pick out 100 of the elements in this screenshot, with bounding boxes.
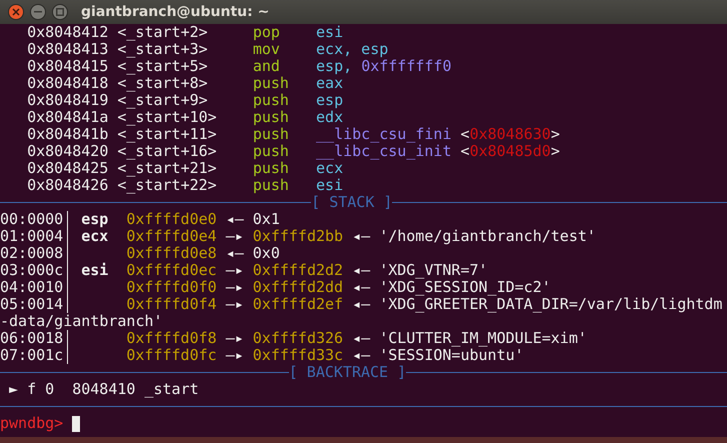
instruction-symbol: <_start+21>: [117, 160, 218, 177]
stack-pointer: 0xffffd0e8: [126, 245, 217, 262]
minimize-button[interactable]: [30, 4, 46, 20]
operand: edx: [316, 109, 344, 126]
stack-offset: 04:0010: [0, 279, 64, 296]
instruction-address: 0x8048413: [27, 41, 110, 58]
stack-offset: 03:000c: [0, 262, 64, 279]
stack-pointer: 0xffffd0e4: [126, 228, 217, 245]
stack-pointer: 0xffffd2dd: [252, 279, 344, 296]
minimize-icon: [34, 11, 42, 13]
stack-pointer: 0xffffd0f4: [126, 296, 217, 313]
operand: 0x8048630: [470, 126, 551, 143]
mnemonic: and: [252, 58, 281, 75]
arrow-glyph: ◂—: [226, 211, 244, 228]
instruction-address: 0x8048412: [27, 24, 110, 41]
instruction-symbol: <_start+8>: [117, 75, 209, 92]
arrow-glyph: —▸: [226, 330, 244, 347]
instruction-address: 0x8048420: [27, 143, 110, 160]
operand: 0x80485d0: [470, 143, 551, 160]
operand: <: [460, 143, 470, 160]
arrow-glyph: ◂—: [352, 228, 370, 245]
instruction-symbol: <_start+11>: [117, 126, 218, 143]
operand: esp: [316, 92, 344, 109]
instruction-address: 0x8048426: [27, 177, 110, 194]
instruction-symbol: <_start+9>: [117, 92, 209, 109]
operand: __libc_csu_fini: [316, 126, 452, 143]
instruction-symbol: <_start+10>: [117, 109, 218, 126]
operand: 0xfffffff0: [361, 58, 452, 75]
instruction-symbol: <_start+16>: [117, 143, 218, 160]
instruction-address: 0x804841b: [27, 126, 110, 143]
stack-pointer: 0xffffd2ef: [252, 296, 344, 313]
stack-value: 'CLUTTER_IM_MODULE=xim': [379, 330, 587, 347]
arrow-glyph: —▸: [226, 228, 244, 245]
close-button[interactable]: [8, 4, 24, 20]
maximize-icon: [56, 8, 64, 16]
stack-offset: 06:0018: [0, 330, 64, 347]
instruction-symbol: <_start+22>: [117, 177, 218, 194]
stack-value: '/home/giantbranch/test': [379, 228, 596, 245]
text-cursor: [72, 416, 80, 432]
instruction-symbol: <_start+2>: [117, 24, 209, 41]
operand: __libc_csu_init: [316, 143, 452, 160]
stack-value: 'SESSION=ubuntu': [379, 347, 524, 364]
mnemonic: push: [252, 160, 290, 177]
mnemonic: push: [252, 126, 290, 143]
arrow-glyph: ◂—: [352, 279, 370, 296]
stack-pointer: 0xffffd0fc: [126, 347, 217, 364]
operand: ecx, esp: [316, 41, 388, 58]
operand: esi: [316, 177, 344, 194]
stack-pointer: 0xffffd0f8: [126, 330, 217, 347]
instruction-symbol: <_start+5>: [117, 58, 209, 75]
operand: >: [550, 126, 560, 143]
window-title: giantbranch@ubuntu: ~: [81, 4, 270, 20]
stack-pointer: 0xffffd326: [252, 330, 344, 347]
register-name: esi: [81, 261, 108, 279]
stack-pointer: 0xffffd0f0: [126, 279, 217, 296]
arrow-glyph: ◂—: [352, 330, 370, 347]
operand: >: [550, 143, 560, 160]
register-name: esp: [81, 210, 108, 228]
arrow-glyph: ◂—: [352, 347, 370, 364]
prompt-label: pwndbg>: [0, 415, 64, 432]
operand: esi: [316, 24, 344, 41]
stack-offset: 02:0008: [0, 245, 64, 262]
instruction-symbol: <_start+3>: [117, 41, 209, 58]
mnemonic: push: [252, 109, 290, 126]
stack-pointer: 0xffffd2d2: [252, 262, 344, 279]
maximize-button[interactable]: [52, 4, 68, 20]
mnemonic: push: [252, 177, 290, 194]
stack-value: 'XDG_VTNR=7': [379, 262, 488, 279]
stack-pointer: 0xffffd33c: [252, 347, 344, 364]
stack-pointer: 0xffffd0e0: [126, 211, 217, 228]
stack-value: 0x0: [252, 245, 280, 262]
arrow-glyph: ◂—: [352, 296, 370, 313]
stack-value: 0x1: [252, 211, 280, 228]
arrow-glyph: ◂—: [226, 245, 244, 262]
operand: ecx: [316, 160, 344, 177]
stack-value: 'XDG_GREETER_DATA_DIR=/var/lib/lightdm: [379, 296, 722, 313]
instruction-address: 0x8048419: [27, 92, 110, 109]
operand: esp,: [316, 58, 354, 75]
instruction-address: 0x8048415: [27, 58, 110, 75]
arrow-glyph: —▸: [226, 296, 244, 313]
mnemonic: push: [252, 143, 290, 160]
close-icon: [12, 8, 20, 16]
mnemonic: push: [252, 92, 290, 109]
stack-offset: 07:001c: [0, 347, 64, 364]
mnemonic: pop: [252, 24, 281, 41]
stack-offset: 00:0000: [0, 211, 64, 228]
stack-pointer: 0xffffd2bb: [252, 228, 344, 245]
arrow-glyph: —▸: [226, 347, 244, 364]
arrow-glyph: —▸: [226, 279, 244, 296]
backtrace-frame[interactable]: f 0 8048410 _start: [27, 381, 199, 398]
stack-pointer: 0xffffd0ec: [126, 262, 217, 279]
section-title: [ STACK ]: [311, 194, 392, 211]
mnemonic: push: [252, 75, 290, 92]
stack-offset: 05:0014: [0, 296, 64, 313]
instruction-address: 0x804841a: [27, 109, 110, 126]
operand: <: [460, 126, 470, 143]
arrow-glyph: ◂—: [352, 262, 370, 279]
stack-value: -data/giantbranch': [0, 313, 163, 330]
frame-marker: ►: [9, 381, 20, 398]
operand: eax: [316, 75, 344, 92]
